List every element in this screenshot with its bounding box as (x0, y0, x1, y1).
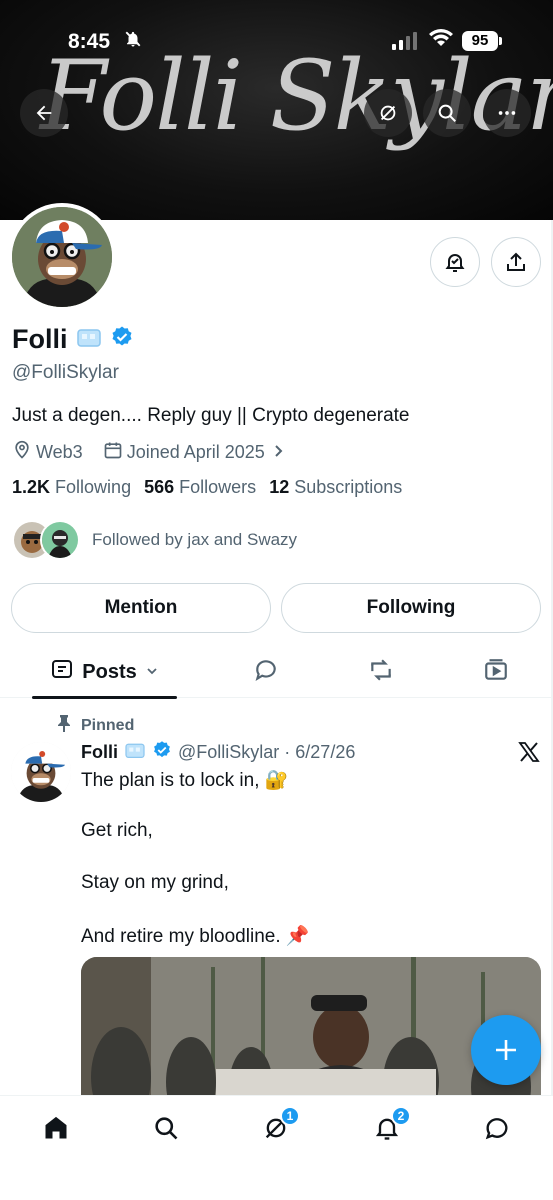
profile-meta: Web3 Joined April 2025 (12, 440, 285, 465)
pinned-indicator: Pinned (57, 714, 134, 737)
wifi-icon (428, 28, 454, 53)
post-text-line: Stay on my grind, (81, 872, 229, 893)
subscriptions-stat[interactable]: 12 Subscriptions (269, 477, 402, 498)
home-icon (42, 1114, 70, 1147)
nav-search[interactable] (146, 1110, 186, 1150)
tab-media[interactable] (475, 646, 517, 698)
profile-name: Folli (12, 324, 68, 354)
profile-handle: @FolliSkylar (12, 362, 119, 383)
tab-posts-label: Posts (82, 660, 137, 683)
grok-badge: 1 (280, 1106, 300, 1126)
notification-bell-button[interactable] (430, 237, 480, 287)
tab-replies[interactable] (245, 646, 287, 698)
media-icon (483, 657, 509, 688)
nav-home[interactable] (36, 1110, 76, 1150)
tab-posts[interactable]: Posts (32, 646, 177, 699)
share-button[interactable] (491, 237, 541, 287)
status-bar: 8:45 95 (0, 0, 553, 80)
post-text-line: Get rich, (81, 820, 153, 841)
x-logo-icon (517, 740, 541, 771)
following-label: Following (55, 477, 132, 497)
pinned-label: Pinned (81, 716, 135, 734)
tab-reposts[interactable] (360, 646, 402, 698)
calendar-icon (103, 440, 123, 465)
nav-notifications[interactable]: 2 (367, 1106, 411, 1150)
joined-text: Joined April 2025 (126, 442, 265, 462)
post-handle-date: @FolliSkylar · 6/27/26 (178, 742, 356, 762)
profile-stats: 1.2K Following 566 Followers 12 Subscrip… (12, 477, 402, 498)
subscriptions-count: 12 (269, 477, 290, 497)
post-text-line: The plan is to lock in, 🔐 (81, 770, 289, 791)
profile-bio: Just a degen.... Reply guy || Crypto deg… (12, 405, 410, 426)
verified-badge-icon (152, 740, 172, 765)
battery-tip (499, 37, 502, 45)
post-header: Folli @FolliSkylar · 6/27/26 (81, 740, 355, 765)
message-bubble-icon (483, 1114, 511, 1147)
cellular-signal-icon (392, 32, 417, 50)
profile-name-row: Folli (12, 324, 134, 355)
subscriptions-label: Subscriptions (294, 477, 403, 497)
grok-button[interactable] (364, 89, 412, 137)
nav-grok[interactable]: 1 (256, 1106, 300, 1150)
bell-slash-icon (124, 30, 142, 53)
ice-cube-icon (76, 326, 102, 353)
following-count: 1.2K (12, 477, 51, 497)
more-button[interactable] (483, 89, 531, 137)
following-stat[interactable]: 1.2K Following (12, 477, 131, 498)
chevron-right-icon[interactable] (273, 442, 285, 463)
profile-avatar[interactable] (8, 203, 116, 311)
ice-cube-icon (124, 741, 146, 764)
post-author-name[interactable]: Folli (81, 742, 118, 763)
followers-label: Followers (179, 477, 257, 497)
follower-avatar (40, 520, 80, 560)
post-text-line: And retire my bloodline. 📌 (81, 926, 310, 947)
compose-button[interactable] (471, 1015, 541, 1085)
chevron-down-icon (145, 661, 159, 684)
post-image[interactable] (81, 957, 541, 1117)
location-icon (12, 440, 32, 465)
following-button[interactable]: Following (281, 583, 541, 633)
location-text: Web3 (36, 442, 83, 462)
followers-count: 566 (144, 477, 175, 497)
notifications-badge: 2 (391, 1106, 411, 1126)
verified-badge-icon (110, 325, 134, 354)
repost-icon (367, 657, 395, 688)
bottom-navigation: 1 2 (0, 1095, 553, 1200)
nav-messages[interactable] (477, 1110, 517, 1150)
post-author-avatar[interactable] (11, 742, 71, 802)
pin-icon (57, 714, 71, 737)
search-button[interactable] (423, 89, 471, 137)
battery-indicator: 95 (462, 31, 498, 51)
followers-stat[interactable]: 566 Followers (144, 477, 256, 498)
followed-by-row[interactable]: Followed by jax and Swazy (12, 520, 297, 560)
profile-tabs: Posts (0, 646, 553, 699)
status-time: 8:45 (68, 30, 111, 53)
followed-by-text: Followed by jax and Swazy (92, 530, 298, 549)
search-icon (152, 1114, 180, 1147)
reply-bubble-icon (253, 657, 279, 688)
posts-icon (50, 657, 74, 687)
mention-button[interactable]: Mention (11, 583, 271, 633)
back-button[interactable] (20, 89, 68, 137)
